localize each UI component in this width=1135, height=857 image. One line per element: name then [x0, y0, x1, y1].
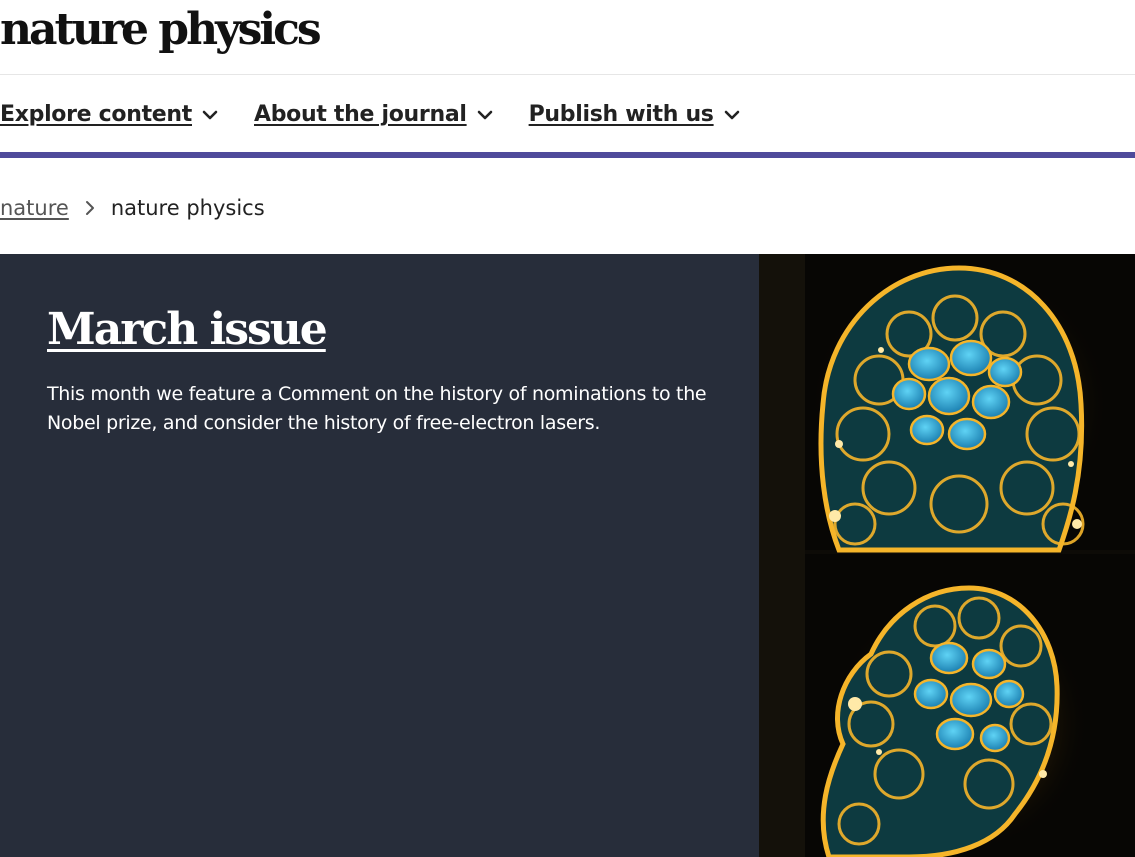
nav-label: About the journal — [254, 102, 467, 127]
cover-image[interactable] — [759, 254, 1135, 857]
chevron-right-icon — [85, 201, 94, 215]
nav-item-explore-content[interactable]: Explore content — [0, 102, 220, 127]
chevron-down-icon — [477, 110, 492, 119]
hero-banner: March issue This month we feature a Comm… — [0, 254, 1135, 857]
nav-label: Explore content — [0, 102, 192, 127]
breadcrumb-current: nature physics — [110, 196, 265, 220]
issue-title-link[interactable]: March issue — [47, 302, 328, 358]
main-nav: Explore content About the journal Publis… — [0, 76, 1135, 158]
nav-item-publish-with-us[interactable]: Publish with us — [529, 102, 742, 127]
chevron-down-icon — [724, 110, 739, 119]
breadcrumb: nature nature physics — [0, 196, 265, 220]
embryo-micrograph — [759, 254, 1135, 857]
nav-label: Publish with us — [528, 102, 714, 127]
chevron-down-icon — [202, 110, 218, 119]
nav-item-about-the-journal[interactable]: About the journal — [254, 102, 495, 127]
breadcrumb-link-nature[interactable]: nature — [0, 196, 69, 220]
site-header: nature physics — [0, 0, 1135, 75]
issue-description: This month we feature a Comment on the h… — [47, 383, 707, 434]
nav-list: Explore content About the journal Publis… — [0, 102, 776, 127]
upper-embryo — [809, 264, 1109, 553]
hero-text: March issue This month we feature a Comm… — [47, 302, 727, 438]
journal-logo[interactable]: nature physics — [0, 2, 322, 58]
